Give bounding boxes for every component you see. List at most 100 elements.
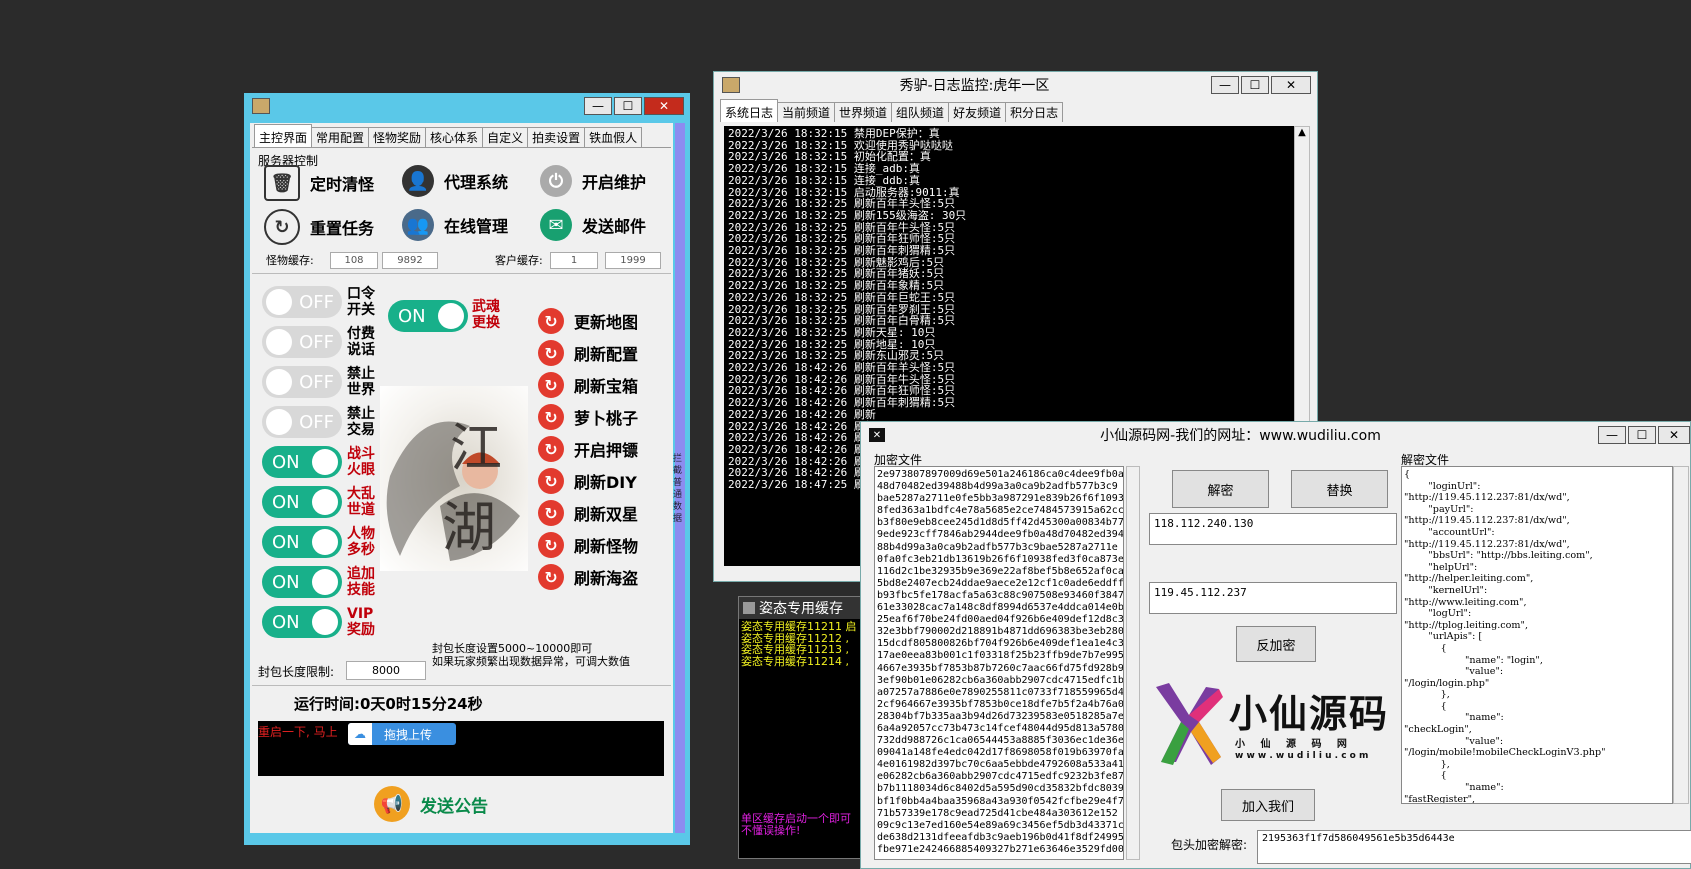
toggle-chaos[interactable]: ON [262, 486, 342, 518]
refresh-pirate-button[interactable]: ↻ 刷新海盗 [538, 564, 638, 590]
notice-box[interactable]: 重启一下, 马上 ☁ 拖拽上传 [258, 721, 664, 776]
encrypted-scrollbar[interactable] [1126, 466, 1140, 860]
monster-cache-field-2[interactable]: 9892 [382, 252, 438, 269]
reencrypt-button[interactable]: 反加密 [1236, 626, 1316, 662]
runtime-label: 运行时间:0天0时15分24秒 [294, 695, 483, 713]
maximize-button[interactable]: ☐ [1241, 76, 1269, 94]
decrypted-line: { [1404, 700, 1447, 712]
maintenance-label: 开启维护 [582, 173, 647, 192]
tab-friend-channel[interactable]: 好友频道 [948, 102, 1007, 122]
ip-to-input[interactable]: 119.45.112.237 [1149, 582, 1397, 614]
refresh-pirate-label: 刷新海盗 [574, 569, 639, 588]
minimize-button[interactable]: — [584, 97, 612, 115]
log-window-title: 秀驴-日志监控:虎年一区 [899, 78, 1050, 94]
agent-icon: 👤 [402, 165, 434, 197]
decrypted-textbox[interactable]: { "loginUrl": "http://119.45.112.237:81/d… [1401, 466, 1673, 804]
refresh-diy-button[interactable]: ↻ 刷新DIY [538, 468, 637, 494]
decrypted-scrollbar[interactable] [1673, 466, 1689, 804]
encrypted-textbox[interactable]: 2e973807897009d69e501a246186ca0c4dee9fb0… [874, 466, 1124, 860]
tab-current-channel[interactable]: 当前频道 [777, 102, 836, 122]
online-manage-button[interactable]: 👥 在线管理 [402, 209, 508, 241]
escort-button[interactable]: ↻ 开启押镖 [538, 436, 638, 462]
refresh-icon: ↻ [538, 372, 564, 398]
maximize-button[interactable]: ☐ [1628, 426, 1656, 444]
tab-points-log[interactable]: 积分日志 [1005, 102, 1064, 122]
scroll-up-icon[interactable]: ▲ [1295, 127, 1309, 138]
monster-cache-field-1[interactable]: 108 [330, 252, 378, 269]
maximize-button[interactable]: ☐ [614, 97, 642, 115]
toggle-paid-chat[interactable]: OFF [262, 326, 342, 358]
log-line: 2022/3/26 18:42:26 刷新 [728, 407, 876, 421]
main-titlebar: — ☐ ✕ [244, 93, 690, 119]
app-icon [743, 602, 755, 614]
toggle-battle-eye[interactable]: ON [262, 446, 342, 478]
refresh-monster-button[interactable]: ↻ 刷新怪物 [538, 532, 638, 558]
packet-note: 封包长度设置5000~10000即可 如果玩家频繁出现数据异常，可调大数值 [432, 642, 630, 668]
refresh-map-button[interactable]: ↻ 更新地图 [538, 308, 638, 334]
encrypted-line: 48d70482ed39488b4d99a3a0ca9b2adfb577b3c9 [877, 481, 1118, 493]
main-panel: 主控界面 常用配置 怪物奖励 核心体系 自定义 拍卖设置 铁血假人 服务器控制 … [250, 123, 673, 833]
encrypted-line: 9ede923cff7846ab2944dee9fb0a48d70482ed39… [877, 529, 1124, 541]
tab-world-channel[interactable]: 世界频道 [834, 102, 893, 122]
encrypted-line: 3ef90b01e06282cb6a360abb2907cdc4715edfc1… [877, 674, 1124, 686]
timed-clear-button[interactable]: 🗑 定时清怪 [264, 165, 374, 201]
join-us-button[interactable]: 加入我们 [1221, 789, 1315, 821]
client-cache-field-2[interactable]: 1999 [605, 252, 661, 269]
tab-custom[interactable]: 自定义 [482, 127, 529, 147]
decrypt-button[interactable]: 解密 [1172, 470, 1269, 508]
reset-task-button[interactable]: ↻ 重置任务 [264, 209, 374, 245]
toggle-multi-sec-state: ON [272, 531, 300, 553]
minimize-button[interactable]: — [1211, 76, 1239, 94]
maintenance-button[interactable]: ⏻ 开启维护 [540, 165, 646, 197]
refresh-icon: ↻ [538, 308, 564, 334]
encrypted-line: 6a4a92057cc73b473c14fcef48044d95d813a578… [877, 722, 1124, 734]
refresh-icon: ↻ [538, 500, 564, 526]
decrypted-line: "/login/login.php" [1404, 677, 1490, 689]
tab-monster-reward[interactable]: 怪物奖励 [368, 127, 427, 147]
toggle-extra-skill[interactable]: ON [262, 566, 342, 598]
decrypted-line: "accountUrl": [1404, 526, 1495, 538]
tab-system-log[interactable]: 系统日志 [720, 99, 779, 122]
app-icon [722, 77, 740, 93]
toggle-ban-world[interactable]: OFF [262, 366, 342, 398]
tab-main[interactable]: 主控界面 [254, 124, 313, 147]
decrypted-line: "http://helper.leiting.com", [1404, 573, 1534, 585]
agent-system-button[interactable]: 👤 代理系统 [402, 165, 508, 197]
close-button[interactable]: ✕ [1658, 426, 1690, 444]
tab-core-system[interactable]: 核心体系 [425, 127, 484, 147]
send-mail-label: 发送邮件 [582, 217, 647, 236]
refresh-monster-label: 刷新怪物 [574, 537, 639, 556]
radish-peach-button[interactable]: ↻ 萝卜桃子 [538, 404, 638, 430]
toggle-ban-trade[interactable]: OFF [262, 406, 342, 438]
upload-button[interactable]: ☁ 拖拽上传 [348, 723, 456, 745]
refresh-config-button[interactable]: ↻ 刷新配置 [538, 340, 638, 366]
decrypted-line: "http://119.45.112.237:81/dx/wd", [1404, 492, 1570, 504]
refresh-chest-button[interactable]: ↻ 刷新宝箱 [538, 372, 638, 398]
refresh-double-star-button[interactable]: ↻ 刷新双星 [538, 500, 638, 526]
tab-common-config[interactable]: 常用配置 [311, 127, 370, 147]
ip-from-input[interactable]: 118.112.240.130 [1149, 513, 1397, 545]
toggle-vip-reward-label: VIP奖励 [347, 606, 375, 638]
packet-limit-input[interactable]: 8000 [346, 661, 426, 680]
timed-clear-label: 定时清怪 [310, 175, 375, 194]
decrypt-window-title: 小仙源码网-我们的网址：www.wudiliu.com [1100, 428, 1381, 444]
cache-titlebar: 姿态专用缓存 [739, 597, 862, 619]
replace-button[interactable]: 替换 [1291, 470, 1388, 508]
close-button[interactable]: ✕ [1271, 76, 1311, 94]
toggle-vip-reward[interactable]: ON [262, 606, 342, 638]
encrypted-line: 4e0161982d397bc70c6aa5ebbde4792608a533a4… [877, 759, 1124, 771]
close-button[interactable]: ✕ [644, 97, 684, 115]
tab-iron-bot[interactable]: 铁血假人 [584, 127, 643, 147]
toggle-soul-change[interactable]: ON [388, 300, 468, 332]
send-mail-button[interactable]: ✉ 发送邮件 [540, 209, 646, 241]
send-notice-button[interactable]: 📢 发送公告 [374, 786, 488, 822]
cache-line: 姿态专用缓存11211 启 [741, 620, 857, 633]
client-cache-field-1[interactable]: 1 [550, 252, 598, 269]
tab-auction[interactable]: 拍卖设置 [527, 127, 586, 147]
minimize-button[interactable]: — [1598, 426, 1626, 444]
tab-team-channel[interactable]: 组队频道 [891, 102, 950, 122]
toggle-chaos-label: 大乱世道 [347, 486, 375, 518]
header-key-input[interactable]: 2195363f1f7d586049561e5b35d6443e [1257, 830, 1691, 864]
toggle-multi-sec[interactable]: ON [262, 526, 342, 558]
toggle-password[interactable]: OFF [262, 286, 342, 318]
